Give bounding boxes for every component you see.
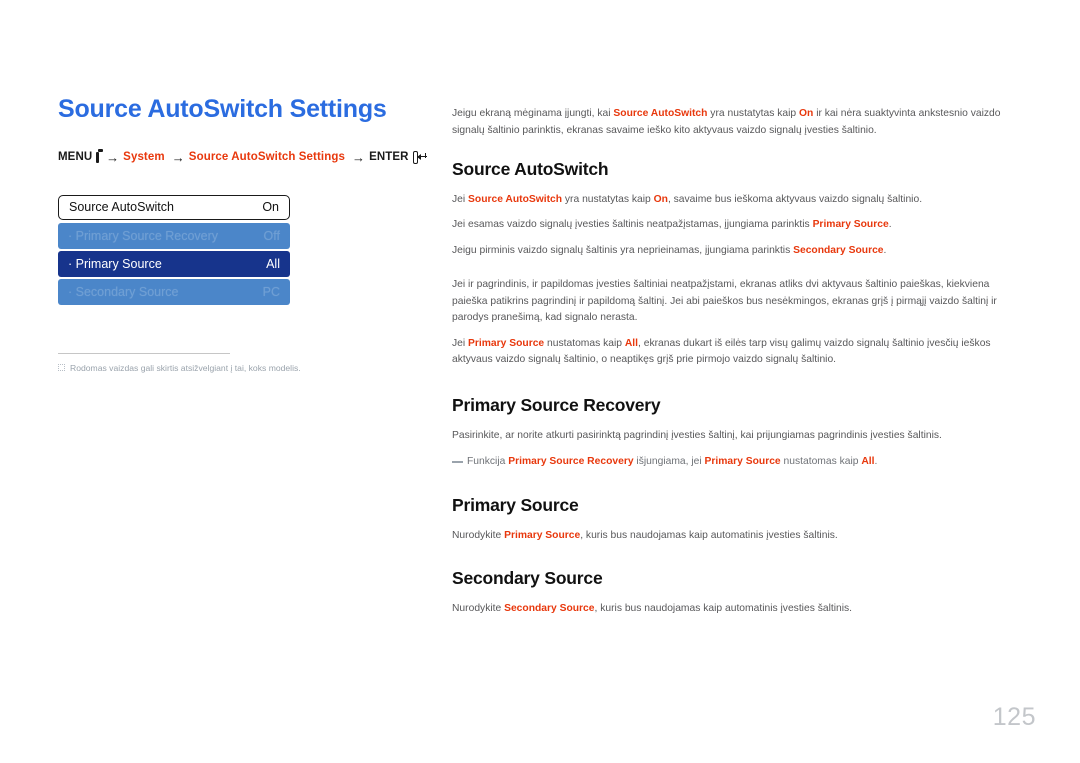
highlight: Primary Source xyxy=(812,219,889,231)
highlight: Secondary Source xyxy=(793,244,884,256)
osd-menu-preview: Source AutoSwitch On · Primary Source Re… xyxy=(58,194,290,305)
section-secondary-source: Secondary Source Nurodykite Secondary So… xyxy=(452,568,1027,618)
osd-row-source-autoswitch[interactable]: Source AutoSwitch On xyxy=(58,194,290,220)
highlight: Primary Source xyxy=(504,529,581,541)
section-paragraph: Jei Source AutoSwitch yra nustatytas kai… xyxy=(452,192,1027,208)
text: Jei esamas vaizdo signalų įvesties šalti… xyxy=(452,219,813,231)
enter-key-icon xyxy=(412,150,428,164)
right-column: Jeigu ekraną mėginama įjungti, kai Sourc… xyxy=(452,96,1027,642)
footnote: Rodomas vaizdas gali skirtis atsižvelgia… xyxy=(58,363,418,374)
osd-row-secondary-source[interactable]: · Secondary Source PC xyxy=(58,278,290,305)
text: Nurodykite xyxy=(452,603,505,615)
breadcrumb: MENU → System → Source AutoSwitch Settin… xyxy=(58,149,428,165)
highlight: Secondary Source xyxy=(504,603,595,615)
text: Jei ir pagrindinis, ir papildomas įvesti… xyxy=(452,279,997,324)
section-paragraph: Jeigu pirminis vaizdo signalų šaltinis y… xyxy=(452,243,1027,259)
highlight: Source AutoSwitch xyxy=(468,193,563,205)
section-title: Primary Source Recovery xyxy=(452,394,661,415)
breadcrumb-menu-label: MENU xyxy=(58,151,93,163)
text: , kuris bus naudojamas kaip automatinis … xyxy=(594,603,853,615)
menu-remote-icon xyxy=(96,149,106,163)
breadcrumb-step-source-autoswitch-settings[interactable]: Source AutoSwitch Settings xyxy=(189,151,345,163)
section-title: Primary Source xyxy=(452,494,579,515)
dash-note-icon xyxy=(452,461,463,463)
text: , savaime bus ieškoma aktyvaus vaizdo si… xyxy=(667,193,923,205)
section-paragraph: Nurodykite Primary Source, kuris bus nau… xyxy=(452,528,1027,544)
breadcrumb-arrow-1: → xyxy=(106,149,120,165)
dotted-square-note-icon xyxy=(58,364,65,371)
intro-highlight-1: Source AutoSwitch xyxy=(613,108,708,120)
text: Jei xyxy=(452,337,469,349)
highlight: On xyxy=(653,193,668,205)
footnote-divider xyxy=(58,352,230,354)
intro-text-1: Jeigu ekraną mėginama įjungti, kai xyxy=(452,108,614,120)
breadcrumb-arrow-3: → xyxy=(351,149,366,165)
page-number: 125 xyxy=(992,703,1036,731)
text: Nurodykite xyxy=(452,529,505,541)
text: Jei xyxy=(452,193,469,205)
text: . xyxy=(888,219,892,231)
intro-highlight-2: On xyxy=(799,108,814,120)
intro-paragraph: Jeigu ekraną mėginama įjungti, kai Sourc… xyxy=(452,106,1027,139)
osd-value: Off xyxy=(263,228,280,243)
osd-value: On xyxy=(262,200,279,214)
text: Funkcija xyxy=(467,456,509,468)
note-text: Funkcija Primary Source Recovery išjungi… xyxy=(467,454,877,470)
left-column: Source AutoSwitch Settings MENU → System… xyxy=(58,95,428,374)
page-title: Source AutoSwitch Settings xyxy=(58,95,387,123)
breadcrumb-step-system[interactable]: System xyxy=(123,151,165,163)
highlight: Primary Source Recovery xyxy=(508,456,634,468)
osd-row-primary-source-recovery[interactable]: · Primary Source Recovery Off xyxy=(58,222,290,249)
text: yra nustatytas kaip xyxy=(562,193,654,205)
text: Pasirinkite, ar norite atkurti pasirinkt… xyxy=(452,429,942,441)
osd-label: · Primary Source Recovery xyxy=(68,228,219,243)
section-primary-source: Primary Source Nurodykite Primary Source… xyxy=(452,495,1027,545)
osd-label: Source AutoSwitch xyxy=(69,200,174,214)
text: Jeigu pirminis vaizdo signalų šaltinis y… xyxy=(452,244,794,256)
highlight: Primary Source xyxy=(704,456,781,468)
breadcrumb-enter-label: ENTER xyxy=(369,151,409,163)
section-paragraph: Jei Primary Source nustatomas kaip All, … xyxy=(452,336,1027,369)
breadcrumb-arrow-2: → xyxy=(171,149,185,165)
section-paragraph: Nurodykite Secondary Source, kuris bus n… xyxy=(452,601,1027,617)
intro-text-2: yra nustatytas kaip xyxy=(707,108,800,120)
highlight: All xyxy=(861,456,875,468)
footnote-text: Rodomas vaizdas gali skirtis atsižvelgia… xyxy=(70,362,301,373)
section-paragraph: Jei esamas vaizdo signalų įvesties šalti… xyxy=(452,217,1027,233)
highlight: Primary Source xyxy=(468,337,545,349)
osd-label: · Secondary Source xyxy=(68,284,179,299)
osd-row-primary-source[interactable]: · Primary Source All xyxy=(58,250,290,277)
osd-value: PC xyxy=(262,284,280,299)
text: išjungiama, jei xyxy=(633,456,705,468)
text: . xyxy=(874,456,878,468)
text: . xyxy=(883,244,887,256)
text: nustatomas kaip xyxy=(780,456,862,468)
section-title: Secondary Source xyxy=(452,568,603,589)
osd-value: All xyxy=(266,256,280,271)
section-title: Source AutoSwitch xyxy=(452,158,609,179)
osd-label: · Primary Source xyxy=(68,256,162,271)
text: nustatomas kaip xyxy=(544,337,625,349)
section-note: Funkcija Primary Source Recovery išjungi… xyxy=(452,454,1027,470)
highlight: All xyxy=(624,337,639,349)
section-source-autoswitch: Source AutoSwitch Jei Source AutoSwitch … xyxy=(452,159,1027,369)
text: , kuris bus naudojamas kaip automatinis … xyxy=(580,529,838,541)
section-paragraph: Pasirinkite, ar norite atkurti pasirinkt… xyxy=(452,428,1027,444)
section-primary-source-recovery: Primary Source Recovery Pasirinkite, ar … xyxy=(452,395,1027,471)
section-paragraph: Jei ir pagrindinis, ir papildomas įvesti… xyxy=(452,277,1027,326)
